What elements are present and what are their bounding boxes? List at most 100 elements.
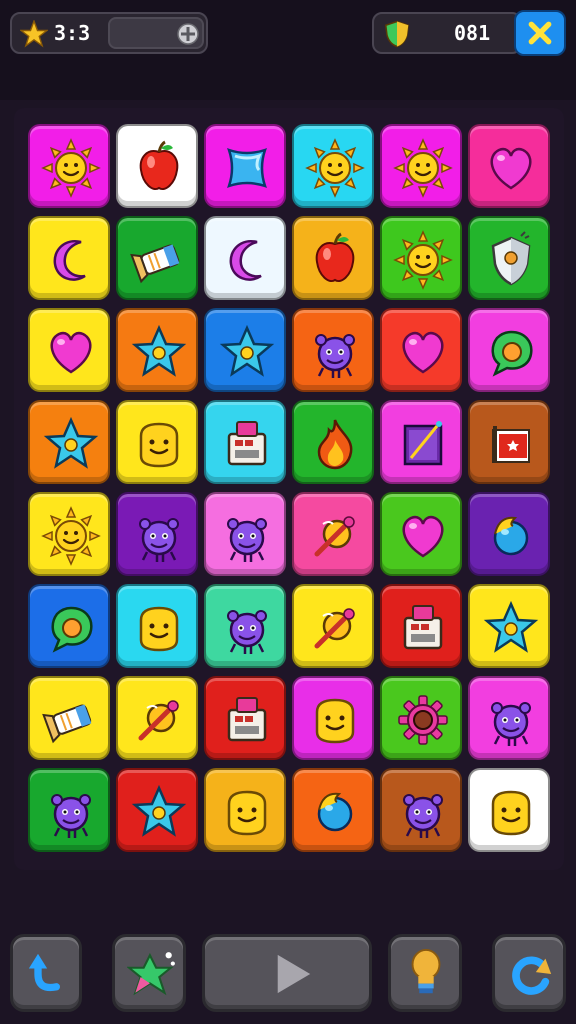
flame-icon [317,419,353,470]
board-tile[interactable] [116,124,198,208]
board-tile[interactable] [292,216,374,300]
board-tile[interactable] [380,400,462,484]
gem-icon [227,148,267,188]
close-icon [528,21,552,45]
undo-arrow-icon [28,953,60,992]
board-tile[interactable] [28,584,110,668]
board-tile[interactable] [468,124,550,208]
shield-icon [384,20,410,48]
board-tile[interactable] [28,308,110,392]
board-tile[interactable] [468,400,550,484]
gems-counter: 081 [372,12,522,54]
face-icon [227,790,267,836]
board-tile[interactable] [204,768,286,852]
sun-icon [393,230,453,290]
board-tile[interactable] [204,216,286,300]
sun-icon [305,138,365,198]
bubble-icon [491,330,533,377]
board-tile[interactable] [292,676,374,760]
wand-icon [314,608,355,649]
board-tile[interactable] [204,492,286,576]
board-tile[interactable] [28,400,110,484]
board-tile[interactable] [204,400,286,484]
shuffle-button[interactable] [112,934,186,1012]
moon-icon [53,239,86,281]
heart-icon [402,515,444,558]
restart-icon [512,956,552,995]
candy-icon [130,244,180,284]
restart-button[interactable] [492,934,566,1012]
stars-value: 3:3 [54,21,91,45]
board-tile[interactable] [292,492,374,576]
board-tile[interactable] [116,492,198,576]
board-tile[interactable] [380,676,462,760]
face-icon [491,790,531,836]
board-tile[interactable] [204,676,286,760]
star-icon [483,600,539,653]
orb-icon [317,792,353,832]
board-tile[interactable] [116,584,198,668]
board-tile[interactable] [28,768,110,852]
board-tile[interactable] [204,124,286,208]
game-board [14,108,564,870]
board-tile[interactable] [380,492,462,576]
star-icon [20,20,48,48]
board-tile[interactable] [468,492,550,576]
close-button[interactable] [514,10,566,56]
board-tile[interactable] [468,308,550,392]
board-tile[interactable] [380,768,462,852]
gear-icon [398,695,448,745]
sparkle-star-icon [127,952,175,996]
board-tile[interactable] [116,400,198,484]
sun-icon [41,506,101,566]
board-tile[interactable] [292,400,374,484]
box-icon [227,697,267,742]
board-tile[interactable] [28,216,110,300]
board-tile[interactable] [292,768,374,852]
play-button[interactable] [202,934,372,1012]
board-tile[interactable] [380,124,462,208]
board-tile[interactable] [204,584,286,668]
hint-button[interactable] [388,934,462,1012]
wand-icon [314,516,355,557]
board-tile[interactable] [380,308,462,392]
board-tile[interactable] [380,216,462,300]
shield-icon [491,231,531,286]
heart-icon [50,331,92,374]
board-tile[interactable] [468,676,550,760]
board-tile[interactable] [468,584,550,668]
book-icon [403,421,443,466]
monster-icon [491,702,531,746]
board-tile[interactable] [204,308,286,392]
star-icon [219,324,275,377]
board-tile[interactable] [468,768,550,852]
board-tile[interactable] [28,492,110,576]
lightbulb-icon [411,949,441,994]
heart-icon [402,331,444,374]
box-icon [403,605,443,650]
face-icon [315,698,355,744]
board-tile[interactable] [116,216,198,300]
orb-icon [493,516,529,556]
board-tile[interactable] [292,124,374,208]
board-tile[interactable] [116,676,198,760]
board-tile[interactable] [292,584,374,668]
star-icon [43,416,99,469]
undo-button[interactable] [10,934,82,1012]
star-icon [131,784,187,837]
box-icon [227,421,267,466]
moon-icon [229,239,262,281]
monster-icon [139,518,179,562]
monster-icon [51,794,91,838]
board-tile[interactable] [380,584,462,668]
stars-counter: 3:3 [10,12,208,54]
plus-icon[interactable] [176,22,200,46]
board-tile[interactable] [28,676,110,760]
sun-icon [41,138,101,198]
board-tile[interactable] [292,308,374,392]
board-tile[interactable] [28,124,110,208]
board-tile[interactable] [116,308,198,392]
board-tile[interactable] [468,216,550,300]
board-tile[interactable] [116,768,198,852]
bubble-icon [51,606,93,653]
